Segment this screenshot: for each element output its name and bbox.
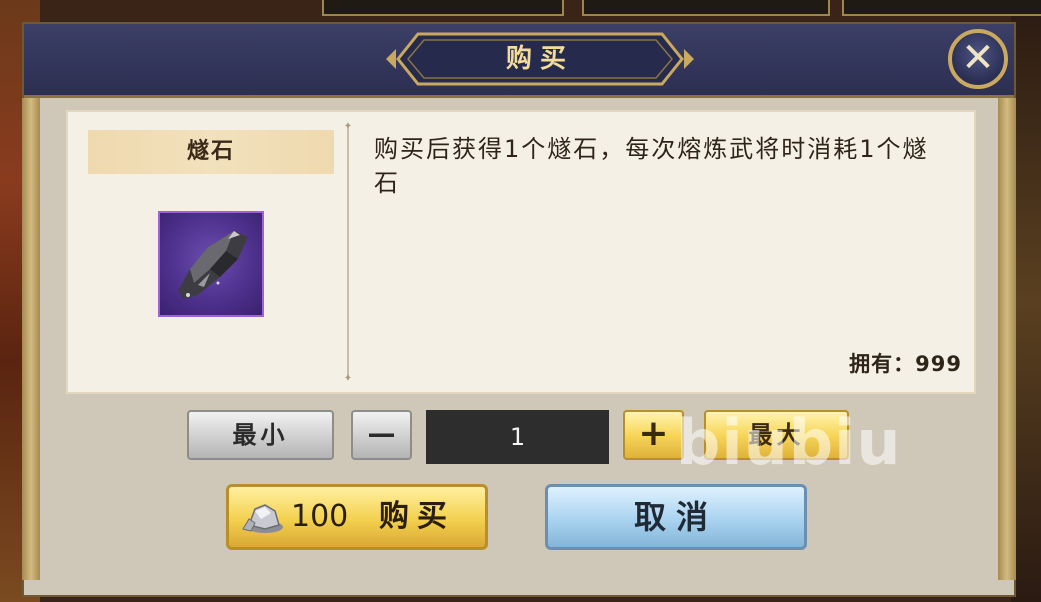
background-tab — [582, 0, 830, 16]
min-quantity-button[interactable]: 最小 — [187, 410, 334, 460]
buy-label: 购买 — [379, 499, 455, 534]
increase-quantity-button[interactable]: + — [623, 410, 684, 460]
panel-divider — [347, 126, 349, 380]
quantity-input[interactable] — [426, 410, 609, 464]
close-x-icon: ✕ — [961, 35, 995, 81]
item-info-panel: 燧石 ✦ ✦ 购买后获得1个燧石，每次熔炼武将时消耗1个燧石 拥有：999 — [66, 110, 976, 394]
divider-ornament: ✦ — [343, 373, 353, 384]
decrease-quantity-button[interactable]: — — [351, 410, 412, 460]
flint-stone-icon — [158, 211, 264, 317]
owned-count: 拥有：999 — [849, 352, 962, 376]
max-quantity-button[interactable]: 最大 — [704, 410, 849, 460]
silver-ingot-icon — [242, 504, 283, 533]
title-plate: 购买 — [384, 30, 696, 88]
dialog-header: 购买 ✕ — [24, 24, 1014, 98]
background-tab — [842, 0, 1041, 16]
close-button[interactable]: ✕ — [948, 29, 1008, 89]
cancel-button[interactable]: 取消 — [545, 484, 807, 550]
dialog-frame-right — [998, 98, 1016, 580]
divider-ornament: ✦ — [343, 121, 353, 132]
item-name: 燧石 — [88, 130, 334, 174]
item-description: 购买后获得1个燧石，每次熔炼武将时消耗1个燧石 — [374, 135, 929, 197]
background-tab — [322, 0, 564, 16]
dialog-title: 购买 — [505, 44, 574, 74]
dialog-frame-left — [22, 98, 40, 580]
buy-button[interactable]: 100 购买 — [226, 484, 488, 550]
buy-price: 100 — [291, 499, 349, 534]
purchase-dialog: 购买 ✕ 燧石 ✦ ✦ 购买后获得1个燧石，每次熔炼武将时消耗1个燧石 拥有：9… — [22, 22, 1016, 597]
